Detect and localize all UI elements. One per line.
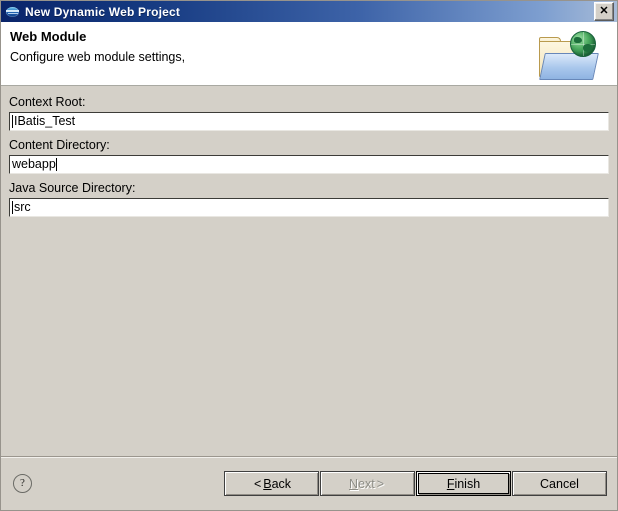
wizard-button-group: < Back Next > Finish Cancel — [224, 471, 607, 496]
back-button-label: ack — [271, 476, 292, 491]
page-title: Web Module — [10, 29, 87, 44]
java-source-directory-label: Java Source Directory: — [9, 181, 136, 195]
eclipse-icon — [5, 4, 21, 20]
context-root-value: IBatis_Test — [14, 114, 76, 128]
wizard-header-text: Web Module Configure web module settings… — [10, 28, 185, 65]
java-source-directory-value: src — [14, 200, 31, 214]
help-icon[interactable]: ? — [13, 474, 32, 493]
back-button[interactable]: < Back — [224, 471, 319, 496]
context-root-label: Context Root: — [9, 95, 86, 109]
back-button-accel: B — [263, 476, 272, 491]
wizard-body: Context Root: IBatis_Test Content Direct… — [1, 86, 617, 456]
wizard-header: Web Module Configure web module settings… — [1, 22, 617, 86]
text-caret — [55, 158, 57, 171]
title-bar[interactable]: New Dynamic Web Project ✕ — [1, 1, 617, 22]
context-root-input[interactable]: IBatis_Test — [9, 112, 609, 131]
text-caret — [12, 115, 13, 128]
web-folder-globe-icon — [537, 29, 601, 85]
content-directory-label: Content Directory: — [9, 138, 110, 152]
finish-button[interactable]: Finish — [416, 471, 511, 496]
java-source-directory-input[interactable]: src — [9, 198, 609, 217]
content-directory-input[interactable]: webapp — [9, 155, 609, 174]
finish-button-label: inish — [454, 476, 481, 491]
new-dynamic-web-project-dialog: New Dynamic Web Project ✕ Web Module Con… — [0, 0, 618, 511]
finish-button-accel: F — [446, 476, 455, 491]
text-caret — [12, 201, 13, 214]
cancel-button-label: Cancel — [540, 476, 579, 491]
content-directory-value: webapp — [12, 157, 56, 171]
wizard-footer: ? < Back Next > Finish Cancel — [1, 456, 617, 510]
next-button-label: ext — [358, 476, 375, 491]
close-icon[interactable]: ✕ — [594, 2, 614, 21]
next-button-suffix: > — [376, 476, 385, 491]
window-title: New Dynamic Web Project — [25, 4, 181, 19]
cancel-button[interactable]: Cancel — [512, 471, 607, 496]
next-button-accel: N — [348, 476, 359, 491]
next-button[interactable]: Next > — [320, 471, 415, 496]
back-button-prefix: < — [253, 476, 262, 491]
page-subtitle: Configure web module settings, — [10, 50, 186, 64]
